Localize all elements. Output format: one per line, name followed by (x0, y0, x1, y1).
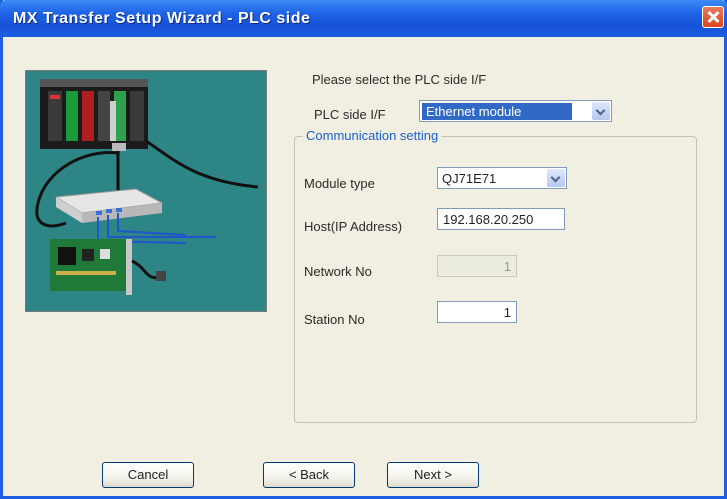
wizard-window: MX Transfer Setup Wizard - PLC side Plea… (0, 0, 727, 499)
module-type-value: QJ71E71 (442, 171, 497, 186)
cancel-button[interactable]: Cancel (102, 462, 194, 488)
plc-side-if-select[interactable]: Ethernet module (419, 100, 612, 122)
station-no-input[interactable]: 1 (437, 301, 517, 323)
module-type-select[interactable]: QJ71E71 (437, 167, 567, 189)
chevron-down-icon[interactable] (592, 102, 610, 120)
host-ip-label: Host(IP Address) (304, 219, 403, 234)
instruction-text: Please select the PLC side I/F (312, 72, 487, 87)
module-type-label: Module type (304, 176, 375, 191)
network-no-input: 1 (437, 255, 517, 277)
close-icon[interactable] (702, 6, 724, 28)
window-title: MX Transfer Setup Wizard - PLC side (13, 10, 311, 27)
plc-side-if-label: PLC side I/F (314, 107, 386, 122)
communication-setting-legend: Communication setting (303, 128, 442, 143)
host-ip-input[interactable]: 192.168.20.250 (437, 208, 565, 230)
plc-side-if-value: Ethernet module (422, 103, 572, 120)
title-bar[interactable]: MX Transfer Setup Wizard - PLC side (0, 0, 727, 37)
station-no-label: Station No (304, 312, 365, 327)
network-no-label: Network No (304, 264, 372, 279)
plc-network-illustration (25, 70, 267, 312)
network-diagram-image (35, 79, 259, 295)
next-button[interactable]: Next > (387, 462, 479, 488)
back-button[interactable]: < Back (263, 462, 355, 488)
chevron-down-icon[interactable] (547, 169, 565, 187)
